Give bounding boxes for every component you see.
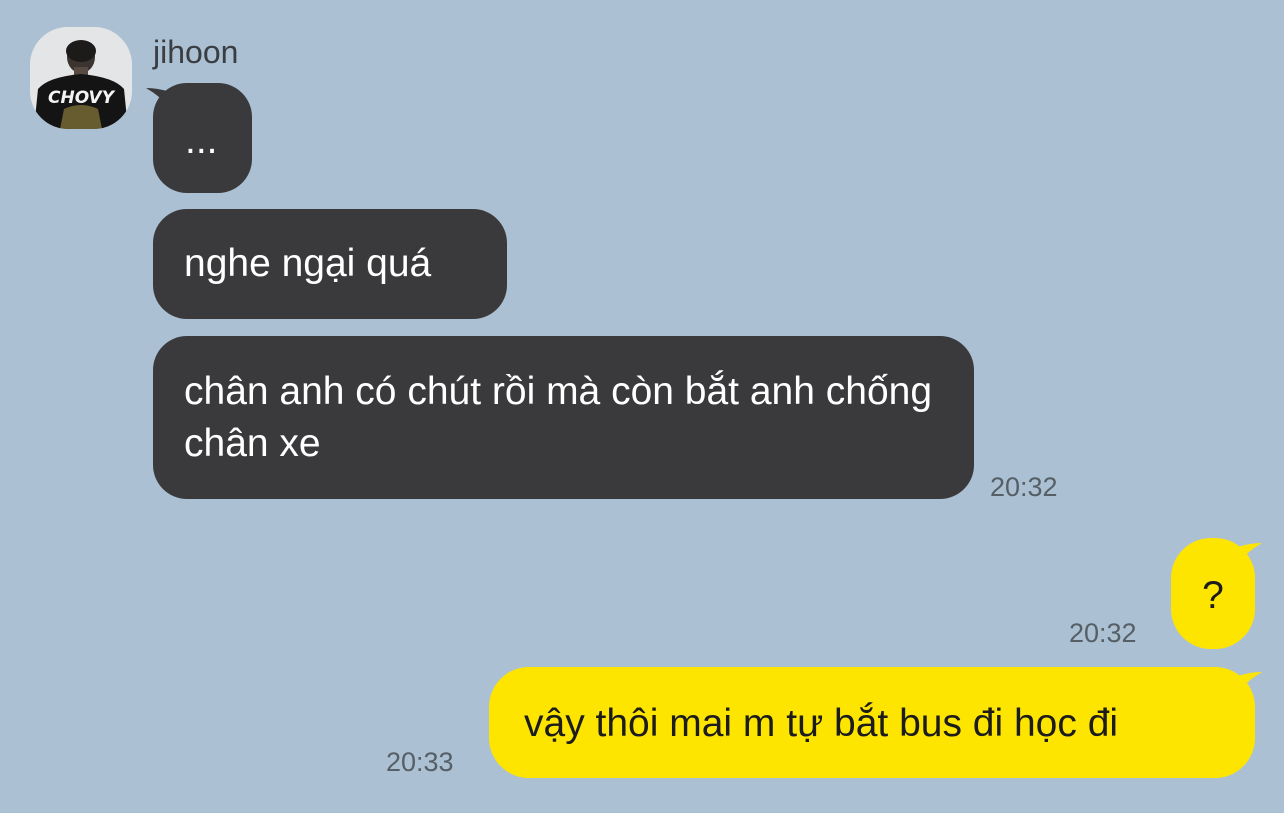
message-text: nghe ngại quá xyxy=(184,242,432,285)
message-text: ? xyxy=(1202,574,1224,617)
sender-name: jihoon xyxy=(153,34,239,70)
avatar[interactable]: CHOVY xyxy=(30,27,132,129)
message-timestamp: 20:33 xyxy=(386,747,454,777)
message-timestamp: 20:32 xyxy=(990,472,1058,502)
message-text: vậy thôi mai m tự bắt bus đi học đi xyxy=(524,702,1119,745)
message-bubble-outgoing[interactable]: vậy thôi mai m tự bắt bus đi học đi xyxy=(489,667,1255,778)
message-text: ... xyxy=(185,119,218,162)
message-timestamp: 20:32 xyxy=(1069,618,1137,648)
svg-text:CHOVY: CHOVY xyxy=(48,88,116,108)
message-bubble-incoming[interactable]: ... xyxy=(153,83,252,193)
message-bubble-outgoing[interactable]: ? xyxy=(1171,538,1255,649)
avatar-photo: CHOVY xyxy=(30,27,132,129)
message-bubble-incoming[interactable]: nghe ngại quá xyxy=(153,209,507,319)
message-bubble-incoming[interactable]: chân anh có chút rồi mà còn bắt anh chốn… xyxy=(153,336,974,499)
message-text: chân anh có chút rồi mà còn bắt anh chốn… xyxy=(184,370,933,465)
